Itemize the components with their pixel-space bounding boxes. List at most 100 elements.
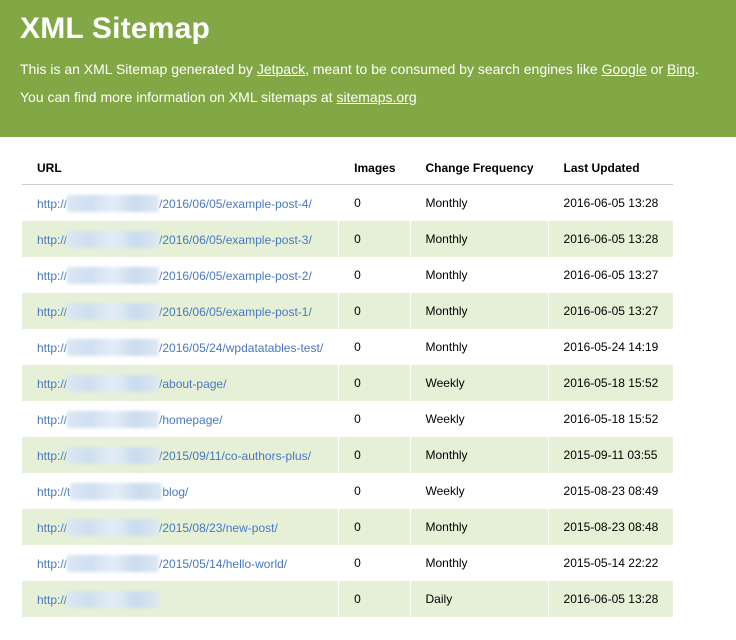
url-link[interactable]: http:// — [37, 590, 160, 608]
url-cell: http:// /2015/09/11/co-authors-plus/ — [22, 437, 340, 473]
jetpack-link[interactable]: Jetpack — [257, 61, 305, 77]
images-cell: 0 — [339, 545, 411, 581]
url-prefix: http:// — [37, 520, 68, 535]
url-cell: http:// /2016/06/05/example-post-4/ — [22, 185, 340, 221]
images-cell: 0 — [339, 329, 411, 365]
url-prefix: http:// — [37, 196, 68, 211]
url-path: /2016/06/05/example-post-3/ — [159, 232, 312, 247]
url-prefix: http:// — [37, 592, 68, 607]
url-path: /2016/06/05/example-post-4/ — [159, 196, 312, 211]
url-link[interactable]: http:// /2015/08/23/new-post/ — [37, 518, 278, 536]
redacted-domain — [67, 410, 160, 428]
last-updated-cell: 2016-05-18 15:52 — [563, 412, 659, 426]
redacted-domain — [67, 230, 160, 248]
last-updated-cell: 2016-05-24 14:19 — [563, 340, 659, 354]
url-cell: http:// /2016/06/05/example-post-1/ — [22, 293, 340, 329]
url-link[interactable]: http:// /2016/05/24/wpdatatables-test/ — [37, 338, 324, 356]
change-frequency-cell: Monthly — [410, 293, 549, 329]
redacted-domain — [67, 266, 160, 284]
last-updated-cell: 2016-05-18 15:52 — [548, 365, 674, 401]
url-link[interactable]: http:// /2016/06/05/example-post-1/ — [37, 302, 312, 320]
url-path: /about-page/ — [159, 376, 227, 391]
column-header-images: Images — [339, 152, 411, 185]
change-frequency-cell: Monthly — [410, 437, 549, 473]
images-cell: 0 — [339, 437, 411, 473]
intro-text: . — [695, 61, 699, 77]
sitemaps-org-link[interactable]: sitemaps.org — [336, 89, 416, 105]
last-updated-cell: 2015-08-23 08:49 — [563, 484, 659, 498]
last-updated-cell: 2016-06-05 13:27 — [563, 268, 659, 282]
table-row: http:// /2016/05/24/wpdatatables-test/0 Mo… — [22, 329, 673, 365]
table-row: http://t blog/0 Weekly 2015-08-23 08:49 — [22, 473, 673, 509]
url-cell: http://t blog/ — [22, 473, 340, 509]
url-prefix: http://t — [37, 484, 71, 499]
url-prefix: http:// — [37, 448, 68, 463]
url-link[interactable]: http://t blog/ — [37, 482, 188, 500]
url-path: /2016/05/24/wpdatatables-test/ — [159, 340, 324, 355]
table-row: http:// /about-page/0 Weekly 2016-05-18 15:… — [22, 365, 674, 401]
url-prefix: http:// — [37, 232, 68, 247]
images-cell: 0 — [339, 509, 411, 545]
url-link[interactable]: http:// /about-page/ — [37, 374, 227, 392]
change-frequency-cell: Monthly — [410, 509, 549, 545]
table-row: http:// 0 Daily 2016-06-05 13:28 — [22, 581, 674, 617]
intro-line-1: This is an XML Sitemap generated by Jetp… — [20, 61, 716, 77]
images-cell: 0 — [339, 185, 411, 221]
url-link[interactable]: http:// /2015/05/14/hello-world/ — [37, 554, 287, 572]
url-prefix: http:// — [37, 556, 68, 571]
intro-text: , meant to be consumed by search engines… — [305, 61, 602, 77]
url-prefix: http:// — [37, 340, 68, 355]
last-updated-cell: 2015-08-23 08:48 — [548, 509, 674, 545]
table-row: http:// /2015/09/11/co-authors-plus/0 Mont… — [22, 437, 674, 473]
url-path: /2016/06/05/example-post-2/ — [159, 268, 312, 283]
images-cell: 0 — [339, 293, 411, 329]
redacted-domain — [67, 194, 160, 212]
intro-text: This is an XML Sitemap generated by — [20, 61, 257, 77]
images-cell: 0 — [339, 257, 411, 293]
table-header-row: URL Images Change Frequency Last Updated — [22, 152, 674, 185]
url-prefix: http:// — [37, 304, 68, 319]
column-header-last-updated: Last Updated — [548, 152, 674, 185]
images-cell: 0 — [339, 221, 411, 257]
images-cell: 0 — [339, 581, 411, 617]
bing-link[interactable]: Bing — [667, 61, 695, 77]
url-cell: http:// /homepage/ — [22, 401, 340, 437]
url-cell: http:// /2015/05/14/hello-world/ — [22, 545, 340, 581]
last-updated-cell: 2016-06-05 13:28 — [548, 581, 674, 617]
url-cell: http:// /2015/08/23/new-post/ — [22, 509, 340, 545]
last-updated-cell: 2015-05-14 22:22 — [563, 556, 659, 570]
redacted-domain — [67, 554, 160, 572]
url-path: /2015/09/11/co-authors-plus/ — [159, 448, 311, 463]
url-link[interactable]: http:// /homepage/ — [37, 410, 223, 428]
change-frequency-cell: Weekly — [410, 365, 549, 401]
url-path: /2015/08/23/new-post/ — [159, 520, 278, 535]
table-row: http:// /2016/06/05/example-post-4/0 Month… — [22, 185, 673, 221]
change-frequency-cell: Monthly — [411, 257, 549, 293]
url-link[interactable]: http:// /2016/06/05/example-post-3/ — [37, 230, 312, 248]
change-frequency-cell: Monthly — [411, 329, 549, 365]
column-header-url: URL — [22, 152, 340, 185]
url-path: /2016/06/05/example-post-1/ — [159, 304, 312, 319]
column-header-change-frequency: Change Frequency — [410, 152, 549, 185]
table-row: http:// /homepage/0 Weekly 2016-05-18 15:52 — [22, 401, 673, 437]
last-updated-cell: 2015-09-11 03:55 — [548, 437, 674, 473]
change-frequency-cell: Weekly — [411, 401, 549, 437]
redacted-domain — [70, 482, 163, 500]
images-cell: 0 — [339, 365, 411, 401]
change-frequency-cell: Daily — [410, 581, 549, 617]
intro-line-2: You can find more information on XML sit… — [20, 89, 716, 105]
change-frequency-cell: Monthly — [411, 545, 549, 581]
url-path: /homepage/ — [159, 412, 223, 427]
redacted-domain — [67, 302, 160, 320]
url-prefix: http:// — [37, 412, 68, 427]
url-link[interactable]: http:// /2016/06/05/example-post-4/ — [37, 194, 312, 212]
url-cell: http:// — [22, 581, 340, 617]
url-prefix: http:// — [37, 268, 68, 283]
url-cell: http:// /2016/06/05/example-post-3/ — [22, 221, 340, 257]
images-cell: 0 — [339, 401, 411, 437]
url-link[interactable]: http:// /2016/06/05/example-post-2/ — [37, 266, 312, 284]
table-row: http:// /2016/06/05/example-post-1/0 Month… — [22, 293, 674, 329]
last-updated-cell: 2016-06-05 13:28 — [548, 221, 674, 257]
url-link[interactable]: http:// /2015/09/11/co-authors-plus/ — [37, 446, 311, 464]
google-link[interactable]: Google — [602, 61, 647, 77]
